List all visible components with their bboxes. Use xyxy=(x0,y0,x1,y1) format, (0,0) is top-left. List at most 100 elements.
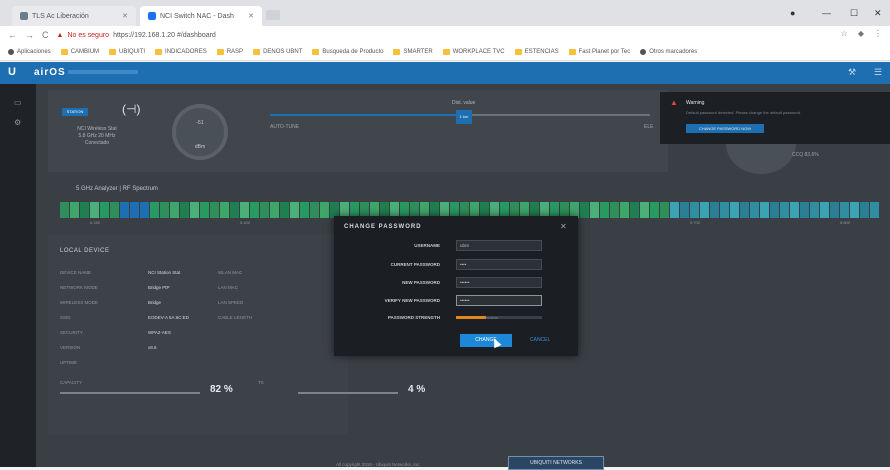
browser-tab[interactable]: TLS Ac Liberación ✕ xyxy=(12,6,136,26)
spectrum-segment xyxy=(870,202,879,218)
apps-icon xyxy=(8,49,14,55)
bookmark-item[interactable]: DENOS UBNT xyxy=(253,49,302,55)
local-row-label: UPTIME xyxy=(60,360,78,365)
bookmark-item[interactable]: ESTENCIAS xyxy=(514,49,559,55)
spectrum-segment xyxy=(270,202,279,218)
dashboard-icon[interactable]: ▭ xyxy=(14,98,22,107)
bookmark-star-icon[interactable]: ☆ xyxy=(841,29,848,38)
footer-logo[interactable]: UBIQUITI NETWORKS xyxy=(508,456,604,470)
bookmark-item[interactable]: Otros marcadores xyxy=(640,49,697,55)
spectrum-segment xyxy=(850,202,859,218)
bookmark-item[interactable]: RASP xyxy=(216,49,244,55)
profile-icon[interactable]: ● xyxy=(790,8,795,18)
folder-icon xyxy=(60,49,68,55)
spectrum-segment xyxy=(720,202,729,218)
verify-password-field[interactable]: •••••• xyxy=(456,295,542,306)
bookmark-label: Otros marcadores xyxy=(649,49,698,55)
browser-tab-active[interactable]: NCI Switch NAC - Dash ✕ xyxy=(140,6,262,26)
close-icon[interactable]: ✕ xyxy=(560,222,567,231)
cancel-button[interactable]: CANCEL xyxy=(530,337,550,343)
spectrum-segment xyxy=(200,202,209,218)
device-status: Conectado xyxy=(84,140,110,146)
device-details: 5.8 GHz 20 MHz xyxy=(78,133,116,139)
spectrum-tick: 5.180 xyxy=(90,220,101,225)
local-row-value: Bridge xyxy=(148,300,162,305)
bookmark-item[interactable]: UBIQUITI xyxy=(109,49,145,55)
spectrum-segment xyxy=(670,202,679,218)
back-icon[interactable]: ← xyxy=(8,30,17,40)
username-field[interactable]: ubnt xyxy=(456,240,542,251)
distance-slider-handle[interactable]: 1 km xyxy=(456,110,472,124)
spectrum-segment xyxy=(860,202,869,218)
spectrum-segment xyxy=(760,202,769,218)
new-tab-button[interactable] xyxy=(266,10,280,20)
ubiquiti-logo-icon[interactable]: U xyxy=(8,66,16,78)
url-field[interactable]: ▲ No es seguro https://192.168.1.20 #/da… xyxy=(57,32,216,39)
spectrum-segment xyxy=(70,202,79,218)
local-row-label: SSID xyxy=(60,315,71,320)
bookmark-item[interactable]: WORKPLACE TVC xyxy=(442,49,505,55)
tab-title: TLS Ac Liberación xyxy=(32,12,89,20)
close-tab-icon[interactable]: ✕ xyxy=(248,12,254,20)
minimize-icon[interactable]: — xyxy=(822,8,831,18)
gauge-value: -51 xyxy=(196,120,204,126)
spectrum-segment xyxy=(660,202,669,218)
folder-icon xyxy=(155,49,163,55)
tools-icon[interactable]: ⚒ xyxy=(848,67,856,78)
spectrum-segment xyxy=(170,202,179,218)
close-tab-icon[interactable]: ✕ xyxy=(122,12,128,20)
bookmark-item[interactable]: Fast Planet por Tec xyxy=(568,49,630,55)
folder-icon xyxy=(109,49,117,55)
spectrum-segment xyxy=(680,202,689,218)
folder-icon xyxy=(393,49,401,55)
spectrum-tick: 5.700 xyxy=(690,220,701,225)
warning-icon: ▲ xyxy=(670,98,678,107)
menu-icon[interactable]: ⋮ xyxy=(874,29,882,38)
bookmark-item[interactable]: CAMBIUM xyxy=(60,49,100,55)
new-password-field[interactable]: •••••• xyxy=(456,277,542,288)
change-button[interactable]: CHANGE xyxy=(460,334,512,347)
tx-bar xyxy=(298,392,398,394)
bookmark-label: RASP xyxy=(226,49,244,55)
folder-icon xyxy=(253,49,261,55)
current-password-label: CURRENT PASSWORD xyxy=(390,262,440,267)
extension-icon[interactable]: ◆ xyxy=(858,29,864,38)
gauge-unit: dBm xyxy=(194,144,206,150)
user-icon[interactable]: ☰ xyxy=(874,67,882,78)
reload-icon[interactable]: C xyxy=(42,30,49,40)
local-row-value: EODEV-A 5A:6C:ED xyxy=(148,315,190,320)
capacity-label: CAPACITY xyxy=(60,380,83,385)
capacity-bar xyxy=(60,392,200,394)
folder-icon xyxy=(442,49,450,55)
spectrum-segment xyxy=(740,202,749,218)
bookmark-label: CAMBIUM xyxy=(70,49,100,55)
local-row-value: v8.6 xyxy=(148,345,157,350)
settings-gear-icon[interactable]: ⚙ xyxy=(14,118,21,127)
bookmark-item[interactable]: SMARTER xyxy=(393,49,433,55)
folder-icon xyxy=(514,49,522,55)
toast-change-password-button[interactable]: CHANGE PASSWORD NOW xyxy=(686,124,764,133)
maximize-icon[interactable]: ☐ xyxy=(850,8,858,19)
toast-message: Default password detected. Please change… xyxy=(686,110,802,115)
current-password-field[interactable]: •••• xyxy=(456,259,542,270)
folder-icon xyxy=(216,49,224,55)
bookmark-item[interactable]: Busqueda de Producto xyxy=(312,49,383,55)
local-device-panel: LOCAL DEVICE DEVICE NAME NCI Station Stat… xyxy=(48,234,348,434)
forward-icon[interactable]: → xyxy=(25,30,34,40)
bookmark-label: ESTENCIAS xyxy=(524,49,559,55)
spectrum-segment xyxy=(290,202,299,218)
bookmark-item[interactable]: INDICADORES xyxy=(155,49,207,55)
security-status: No es seguro xyxy=(67,31,110,39)
device-model-label xyxy=(68,70,138,74)
change-password-modal: CHANGE PASSWORD ✕ USERNAME ubnt CURRENT … xyxy=(334,216,578,356)
password-strength-meter xyxy=(456,316,542,319)
bookmark-label: UBIQUITI xyxy=(119,49,146,55)
tx-value: 4 % xyxy=(408,384,426,395)
bookmark-label: DENOS UBNT xyxy=(263,49,303,55)
bookmark-label: SMARTER xyxy=(403,49,433,55)
spectrum-segment xyxy=(730,202,739,218)
bookmark-item[interactable]: Aplicaciones xyxy=(8,49,51,55)
spectrum-segment xyxy=(630,202,639,218)
sidebar: ▭ ⚙ xyxy=(0,84,36,467)
close-window-icon[interactable]: ✕ xyxy=(874,8,882,19)
